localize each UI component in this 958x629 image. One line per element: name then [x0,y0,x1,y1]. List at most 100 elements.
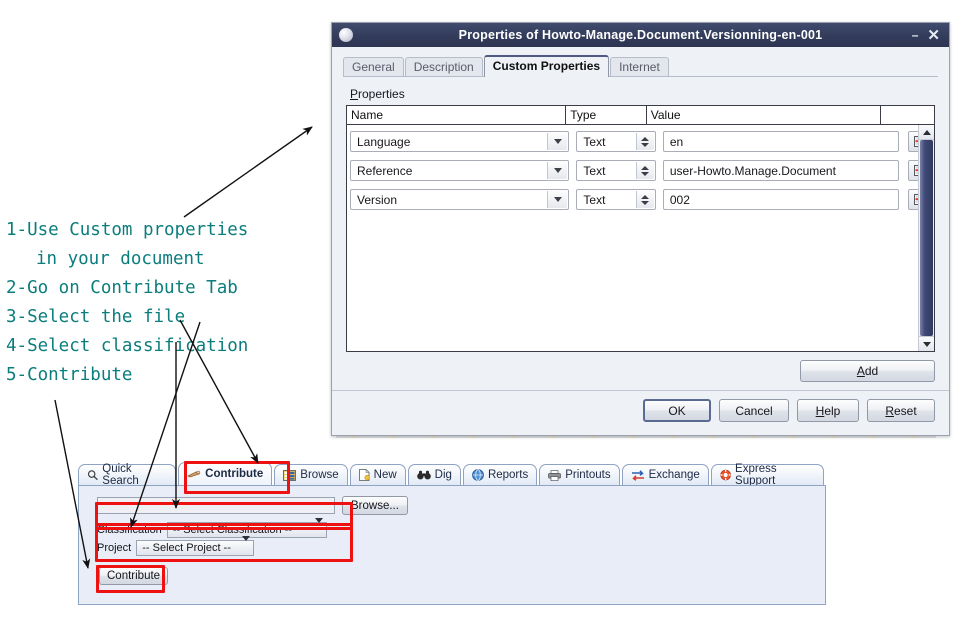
classification-row: Classification -- Select Classification … [97,518,327,538]
annotation-line-3: 2-Go on Contribute Tab [6,278,238,298]
contribute-tab-content: Browse... Classification -- Select Class… [78,485,826,605]
table-header-row: Name Type Value [347,106,934,125]
table-rows-area: Language Text en Reference Text user-How… [347,125,934,351]
contribute-app-panel: Quick Search Contribute Browse New Dig R… [78,461,826,607]
property-name-combobox[interactable]: Reference [350,160,570,181]
scroll-up-arrow-icon[interactable] [919,125,934,140]
tab-reports[interactable]: Reports [462,464,538,485]
tab-custom-properties[interactable]: Custom Properties [483,55,610,77]
reset-button[interactable]: Reset [867,399,935,422]
column-header-value: Value [647,106,882,124]
tab-express-support-label: Express Support [735,463,777,487]
spinner-arrows-icon[interactable] [635,133,654,150]
browse-button[interactable]: Browse... [342,496,408,515]
property-type-spinner[interactable]: Text [576,131,656,152]
dialog-tab-strip: General Description Custom Properties In… [332,47,949,77]
chevron-down-icon[interactable] [547,191,568,208]
property-name-combobox[interactable]: Version [350,189,570,210]
exchange-arrows-icon [631,469,644,481]
dialog-footer: OK Cancel Help Reset [346,391,935,422]
property-value-text: en [669,134,684,149]
close-icon[interactable]: ✕ [927,28,940,43]
chevron-down-icon[interactable] [547,133,568,150]
add-button-label-rest: dd [864,364,879,378]
minimize-icon[interactable]: – [912,28,919,43]
add-button-row: Add [346,360,935,382]
tab-description[interactable]: Description [404,57,483,77]
property-value-input[interactable]: en [662,131,900,152]
annotation-line-2: in your document [36,249,205,269]
project-select[interactable]: -- Select Project -- [136,536,255,556]
property-name-value: Language [357,134,411,149]
property-value-input[interactable]: 002 [662,189,900,210]
tab-quick-search[interactable]: Quick Search [78,463,177,487]
tab-browse[interactable]: Browse [274,464,348,485]
cancel-button[interactable]: Cancel [719,399,789,422]
classification-label: Classification [97,524,162,536]
chevron-down-icon [314,518,323,537]
magnifier-icon [87,470,98,481]
tab-new[interactable]: New [349,464,406,485]
dialog-title: Properties of Howto-Manage.Document.Vers… [458,28,823,42]
table-row: Version Text 002 [350,187,934,212]
tab-strip-underline [343,76,938,77]
property-name-combobox[interactable]: Language [350,131,570,152]
properties-group-label: Properties [350,87,405,101]
ok-button[interactable]: OK [643,399,711,422]
column-header-type: Type [566,106,647,124]
contribute-button[interactable]: Contribute [99,567,169,585]
tab-express-support[interactable]: Express Support [710,463,824,487]
table-row: Language Text en [350,129,934,154]
property-type-spinner[interactable]: Text [576,160,656,181]
add-button[interactable]: Add [800,360,935,382]
help-button-label-rest: elp [824,403,841,418]
tab-browse-label: Browse [300,469,339,481]
globe-icon [472,469,484,481]
printer-icon [548,469,562,481]
properties-dialog: Properties of Howto-Manage.Document.Vers… [331,22,950,436]
tab-printouts[interactable]: Printouts [539,464,620,485]
properties-scrollbar[interactable] [918,125,934,351]
dialog-body: Properties Name Type Value Language Text [332,87,949,422]
property-type-value: Text [583,192,606,207]
tab-quick-search-label: Quick Search [102,463,139,487]
new-document-icon [358,469,370,481]
properties-table: Name Type Value Language Text en Referen… [346,105,935,352]
tab-contribute[interactable]: Contribute [178,462,273,485]
tab-new-label: New [373,469,397,481]
help-button[interactable]: Help [797,399,859,422]
arrow-to-custom-properties [183,126,313,218]
tab-reports-label: Reports [487,469,529,481]
chevron-down-icon[interactable] [547,162,568,179]
property-type-value: Text [583,163,606,178]
tab-general[interactable]: General [343,57,404,77]
spinner-arrows-icon[interactable] [635,191,654,208]
file-path-input[interactable] [97,497,335,514]
binoculars-icon [416,470,431,480]
property-type-spinner[interactable]: Text [576,189,656,210]
project-label: Project [97,542,132,554]
list-icon [283,469,297,481]
tab-dig-label: Dig [434,469,452,481]
file-row: Browse... [97,496,408,515]
column-header-actions [881,106,934,124]
tab-contribute-label: Contribute [205,468,264,480]
spinner-arrows-icon[interactable] [635,162,654,179]
classification-value: -- Select Classification -- [172,524,293,536]
scroll-down-arrow-icon[interactable] [919,336,934,351]
reset-button-label-rest: eset [893,403,917,418]
scrollbar-thumb[interactable] [920,140,933,336]
property-value-input[interactable]: user-Howto.Manage.Document [662,160,900,181]
column-header-name: Name [347,106,567,124]
table-row: Reference Text user-Howto.Manage.Documen… [350,158,934,183]
property-value-text: 002 [669,192,690,207]
tab-exchange-label: Exchange [648,469,700,481]
annotation-line-1: 1-Use Custom properties [6,220,249,240]
property-name-value: Version [357,192,398,207]
property-type-value: Text [583,134,606,149]
tab-internet[interactable]: Internet [610,57,669,77]
properties-group-label-rest: roperties [358,87,405,101]
tab-exchange[interactable]: Exchange [621,464,709,485]
tab-dig[interactable]: Dig [407,464,461,485]
scrollbar-track[interactable] [919,140,934,336]
